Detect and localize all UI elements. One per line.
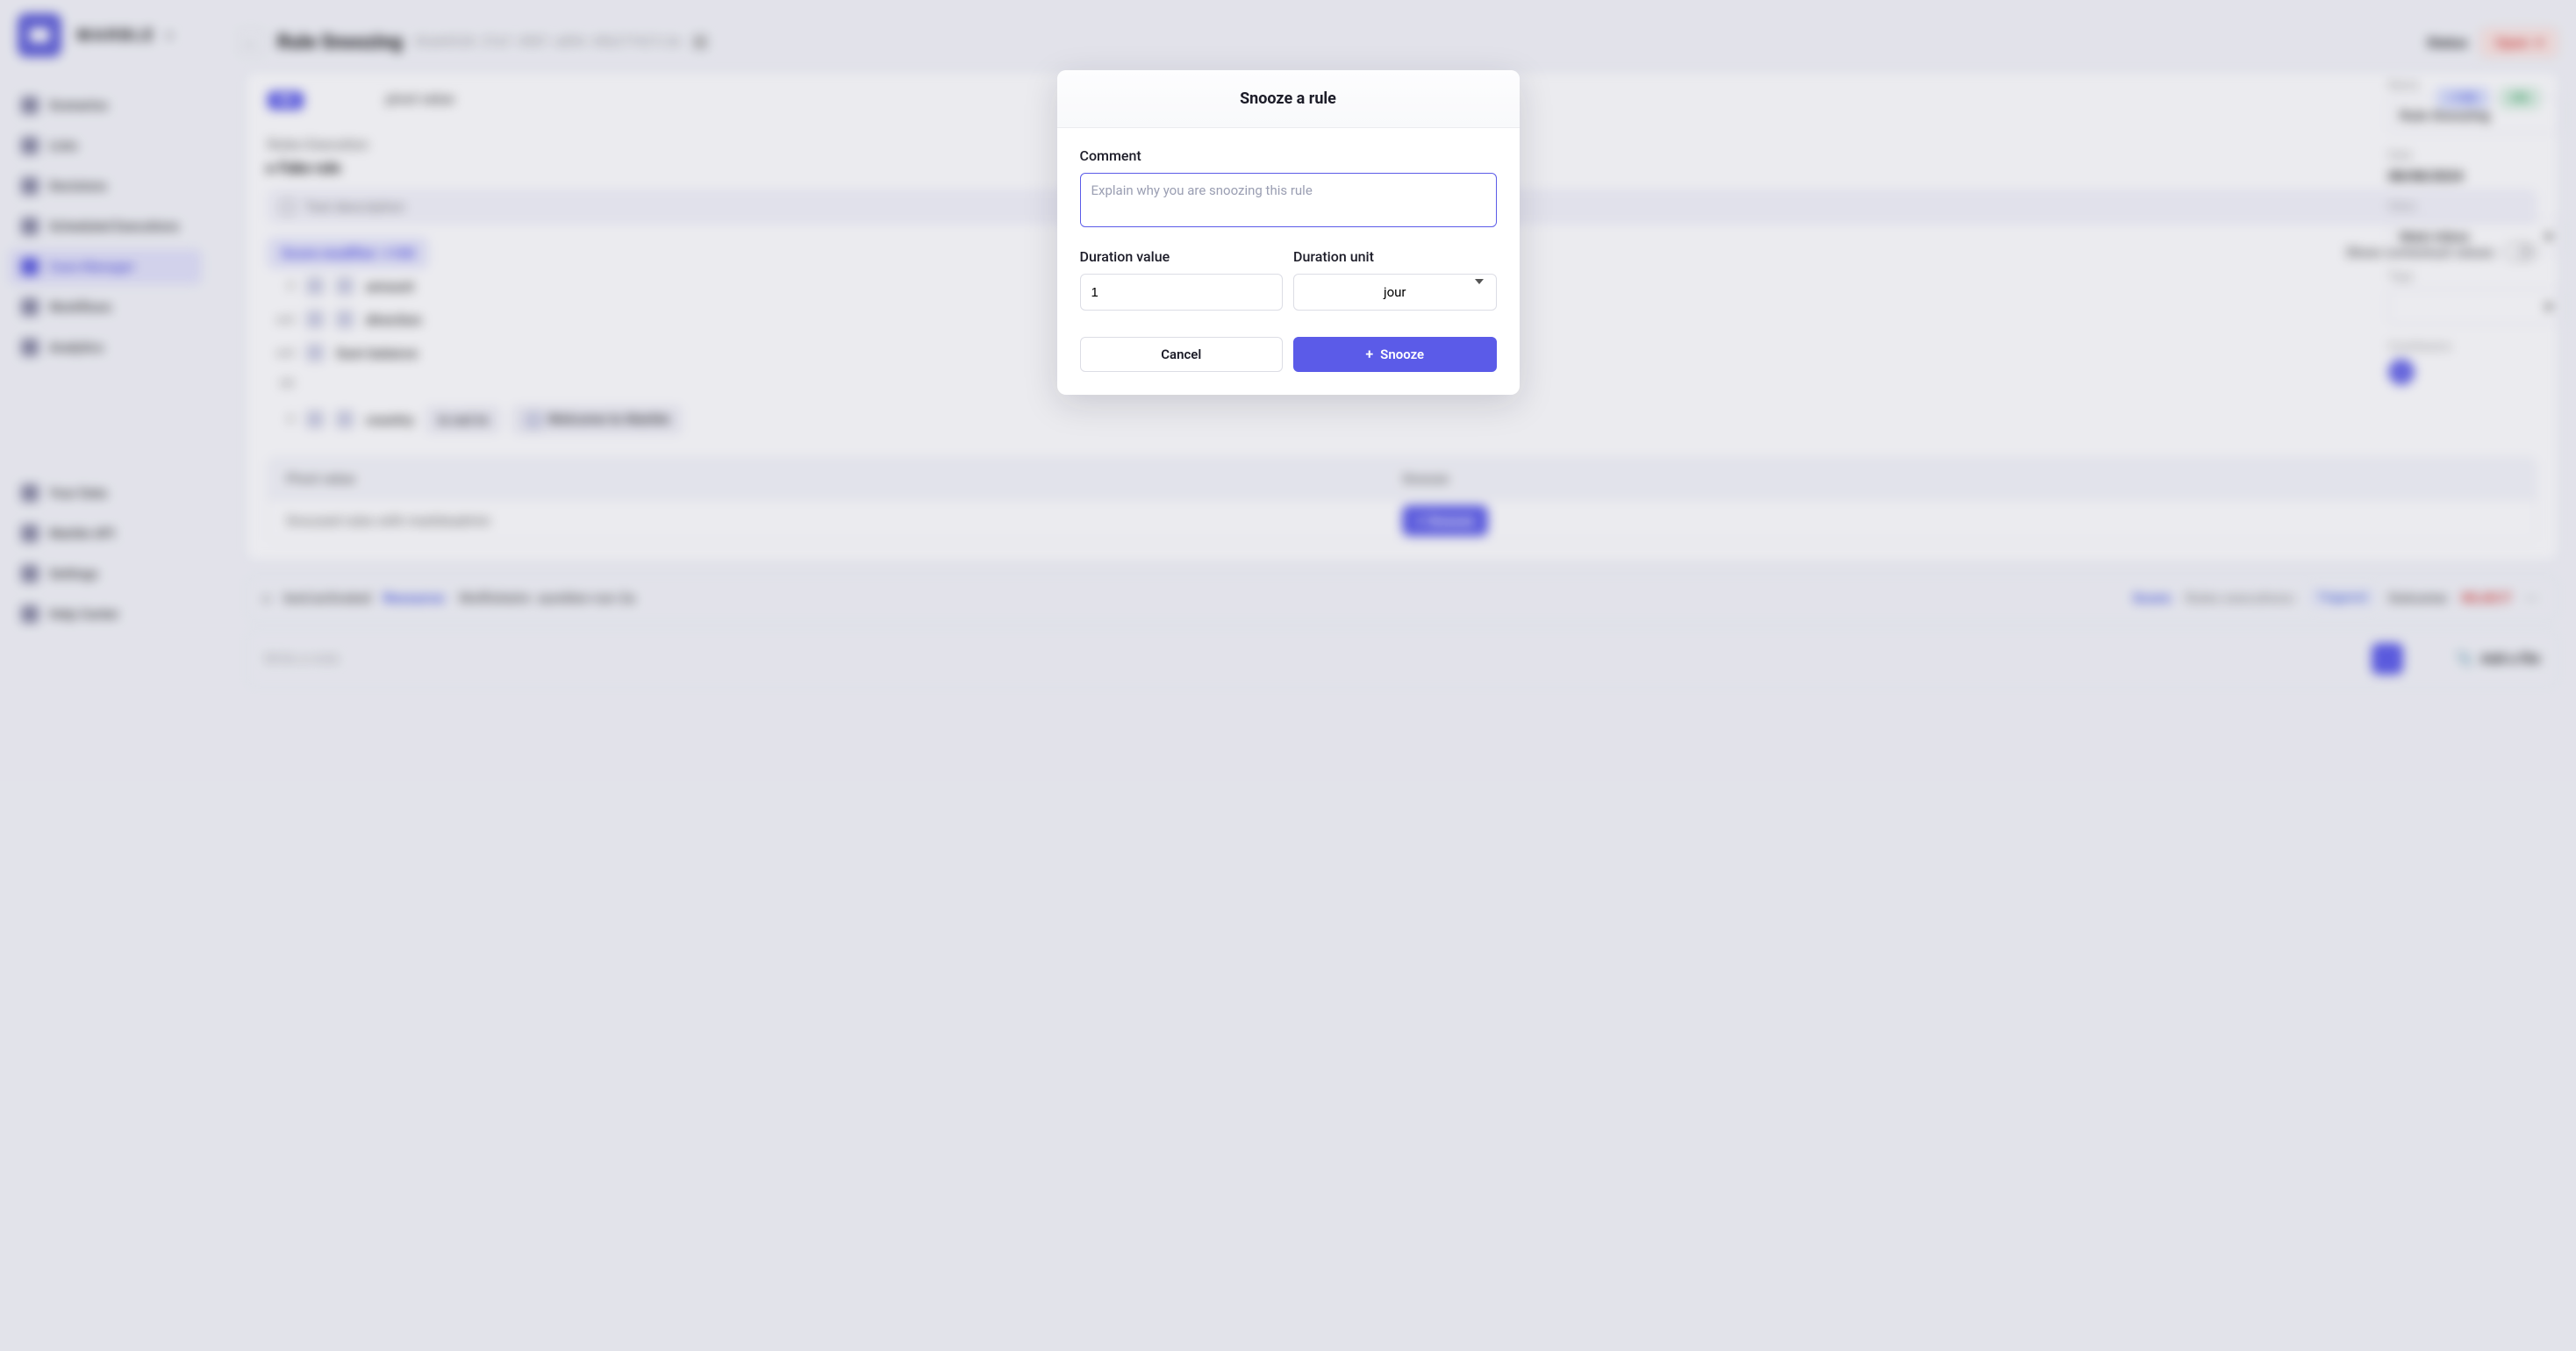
duration-unit-value: jour	[1384, 284, 1406, 300]
duration-unit-select[interactable]: jour	[1293, 274, 1497, 311]
modal-header: Snooze a rule	[1057, 70, 1520, 128]
duration-unit-label: Duration unit	[1293, 248, 1497, 265]
snooze-submit-button[interactable]: + Snooze	[1293, 337, 1497, 372]
chevron-down-icon	[1475, 284, 1484, 300]
cancel-button-label: Cancel	[1161, 347, 1201, 362]
modal-backdrop[interactable]: Snooze a rule Comment Duration value Dur…	[0, 0, 2576, 1351]
duration-value-input[interactable]	[1080, 274, 1284, 311]
snooze-rule-modal: Snooze a rule Comment Duration value Dur…	[1057, 70, 1520, 395]
plus-icon: +	[1365, 347, 1373, 361]
cancel-button[interactable]: Cancel	[1080, 337, 1284, 372]
modal-body: Comment Duration value Duration unit jou…	[1057, 128, 1520, 395]
modal-title: Snooze a rule	[1080, 89, 1497, 108]
duration-value-label: Duration value	[1080, 248, 1284, 265]
comment-label: Comment	[1080, 147, 1497, 164]
comment-input[interactable]	[1080, 173, 1497, 227]
snooze-button-label: Snooze	[1380, 347, 1424, 362]
